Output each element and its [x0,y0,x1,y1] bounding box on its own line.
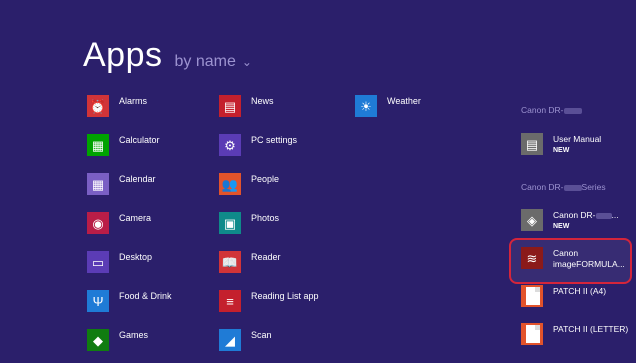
app-label: Calculator [119,135,160,145]
camera-icon: ◉ [87,212,109,234]
app-tile-desktop[interactable]: ▭ Desktop [87,246,172,285]
calendar-icon: ▦ [87,173,109,195]
app-label: Games [119,330,149,340]
reading-list-icon: ≡ [219,290,241,312]
app-label: PC settings [251,135,298,145]
app-tile-photos[interactable]: ▣ Photos [219,207,319,246]
app-label: Calendar [119,174,156,184]
new-badge: NEW [553,223,570,230]
group-header-canon-dr: Canon DR- [521,105,582,115]
app-tile-reader[interactable]: 📖 Reader [219,246,319,285]
app-tile-food-drink[interactable]: Ψ Food & Drink [87,285,172,324]
patch-a4-doc-icon [521,285,543,307]
apps-header: Apps by name ⌄ [83,36,252,75]
app-label: Food & Drink [119,291,172,301]
app-label: Desktop [119,252,153,262]
alarm-clock-icon: ⏰ [87,95,109,117]
app-tile-people[interactable]: 👥 People [219,168,319,207]
calculator-icon: ▦ [87,134,109,156]
scan-icon: ◢ [219,329,241,351]
chevron-down-icon: ⌄ [241,55,252,69]
reader-icon: 📖 [219,251,241,273]
app-label: PATCH II (LETTER) [553,324,629,334]
food-drink-icon: Ψ [87,290,109,312]
canon-scanner-icon: ◈ [521,209,543,231]
app-label-suffix: ... [611,210,619,220]
sort-label: by name [174,53,236,70]
photos-icon: ▣ [219,212,241,234]
group-header-canon-dr-series: Canon DR- Series [521,182,606,192]
app-label: Canon [553,248,579,258]
app-tile-pc-settings[interactable]: ⚙ PC settings [219,129,319,168]
patch-letter-doc-icon [521,323,543,345]
app-tile-reading-list-app[interactable]: ≡ Reading List app [219,285,319,324]
app-label: People [251,174,280,184]
news-icon: ▤ [219,95,241,117]
app-tile-calendar[interactable]: ▦ Calendar [87,168,172,207]
app-label: Weather [387,96,421,106]
gear-icon: ⚙ [219,134,241,156]
app-tile-camera[interactable]: ◉ Camera [87,207,172,246]
app-tile-weather[interactable]: ☀ Weather [355,90,421,129]
games-icon: ◆ [87,329,109,351]
app-tile-scan[interactable]: ◢ Scan [219,324,319,363]
app-label: Photos [251,213,280,223]
redacted-text [595,212,612,219]
app-tile-calculator[interactable]: ▦ Calculator [87,129,172,168]
manual-document-icon: ▤ [521,133,543,155]
apps-column-2: ▤ News ⚙ PC settings 👥 People ▣ Photos 📖 Reader ≡ R… [219,90,319,363]
app-label: Scan [251,330,272,340]
sort-by-dropdown[interactable]: by name ⌄ [175,53,252,71]
group-canon-dr-series-items: ◈ Canon DR-... NEW ≋ Canon imageFORMULA... PAT… [521,204,628,356]
app-tile-news[interactable]: ▤ News [219,90,319,129]
group-canon-dr-items: ▤ User Manual NEW [521,128,601,156]
new-badge: NEW [553,147,570,154]
weather-sun-icon: ☀ [355,95,377,117]
app-tile-canon-dr[interactable]: ◈ Canon DR-... NEW [521,204,628,234]
app-label: News [251,96,274,106]
app-label: Reading List app [251,291,319,301]
desktop-icon: ▭ [87,251,109,273]
app-tile-user-manual[interactable]: ▤ User Manual NEW [521,128,601,156]
page-title: Apps [83,36,163,74]
apps-column-1: ⏰ Alarms ▦ Calculator ▦ Calendar ◉ Camera ▭ Deskt… [87,90,172,363]
app-label: PATCH II (A4) [553,286,607,296]
app-tile-alarms[interactable]: ⏰ Alarms [87,90,172,129]
app-tile-patch-ii-a4[interactable]: PATCH II (A4) [521,280,628,310]
app-tile-games[interactable]: ◆ Games [87,324,172,363]
app-label-line2: imageFORMULA... [553,259,625,269]
app-label: Canon DR- [553,210,596,220]
apps-column-3: ☀ Weather [355,90,421,129]
people-icon: 👥 [219,173,241,195]
imageformula-icon: ≋ [521,247,543,269]
app-tile-canon[interactable]: ≋ Canon imageFORMULA... [521,242,628,272]
app-tile-patch-ii-letter[interactable]: PATCH II (LETTER) [521,318,628,348]
app-label: Reader [251,252,281,262]
app-label: Alarms [119,96,148,106]
app-label: User Manual [553,134,602,144]
app-label: Camera [119,213,152,223]
